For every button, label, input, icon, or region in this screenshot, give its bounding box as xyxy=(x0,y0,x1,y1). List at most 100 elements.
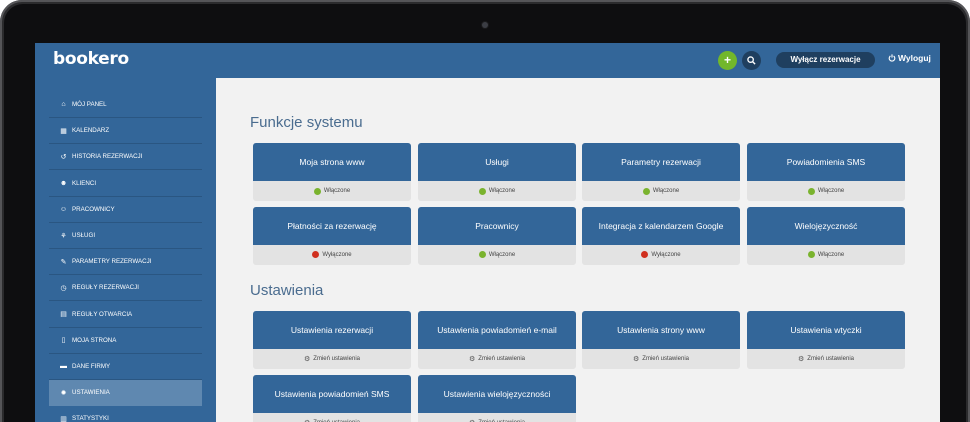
sidebar-item-kalendarz[interactable]: ▦ KALENDARZ xyxy=(49,118,202,145)
status-dot-icon xyxy=(478,251,486,258)
sidebar-item-reguły-rezerwacji[interactable]: ◷ REGUŁY REZERWACJI xyxy=(49,275,202,302)
feature-card[interactable]: Wielojęzyczność Włączone xyxy=(747,206,905,265)
add-button[interactable]: + xyxy=(718,51,737,70)
sidebar-item-ustawienia[interactable]: ✹ USTAWIENIA xyxy=(49,380,202,407)
feature-card[interactable]: Usługi Włączone xyxy=(418,143,576,201)
card-title[interactable]: Ustawienia wielojęzyczności xyxy=(418,374,576,413)
settings-card[interactable]: Ustawienia wielojęzyczności⚙Zmień ustawi… xyxy=(418,374,576,422)
sidebar-item-label: MOJA STRONA xyxy=(72,336,117,344)
status-badge: Włączone xyxy=(418,245,576,265)
feature-card[interactable]: Parametry rezerwacji Włączone xyxy=(582,143,740,201)
change-settings-label: Zmień ustawienia xyxy=(642,356,689,362)
status-dot-icon xyxy=(312,251,320,258)
clock-icon: ◷ xyxy=(60,284,67,292)
card-title[interactable]: Parametry rezerwacji xyxy=(582,143,740,181)
change-settings-label: Zmień ustawienia xyxy=(807,356,854,362)
logout-button[interactable]: Wyloguj xyxy=(888,53,931,63)
card-title[interactable]: Ustawienia powiadomień SMS xyxy=(253,374,411,413)
card-title[interactable]: Ustawienia wtyczki xyxy=(747,311,905,349)
feature-card[interactable]: Płatności za rezerwację Wyłączone xyxy=(253,206,411,265)
home-icon: ⌂ xyxy=(61,101,66,108)
wrench-icon: ✎ xyxy=(60,258,67,266)
status-badge: Włączone xyxy=(582,181,740,201)
logout-label: Wyloguj xyxy=(898,53,931,63)
status-label: Włączone xyxy=(652,188,680,194)
sidebar-item-statystyki[interactable]: ▥ STATYSTYKI xyxy=(49,406,202,422)
change-settings-link[interactable]: ⚙Zmień ustawienia xyxy=(418,349,576,369)
sidebar: ⌂ MÓJ PANEL ▦ KALENDARZ ↺ HISTORIA REZERWACJI… xyxy=(35,78,216,422)
settings-card[interactable]: Ustawienia powiadomień e-mail ⚙ Zmień usta… xyxy=(418,311,576,369)
status-badge: Włączone xyxy=(747,245,905,265)
feature-card[interactable]: Moja strona www Włączone xyxy=(253,143,411,201)
change-settings-link[interactable]: ⚙Zmień ustawienia xyxy=(253,349,411,369)
settings-title: Ustawienia xyxy=(250,282,324,299)
settings-card[interactable]: Ustawienia wtyczki ⚙ Zmień ustawienia xyxy=(747,311,905,369)
status-label: Włączone xyxy=(817,251,845,258)
change-settings-link[interactable]: ⚙Zmień ustawienia xyxy=(418,413,576,422)
card-title[interactable]: Wielojęzyczność xyxy=(747,206,905,245)
card-title[interactable]: Moja strona www xyxy=(253,143,411,181)
change-settings-link[interactable]: ⚙Zmień ustawienia xyxy=(747,349,905,369)
sidebar-item-reguły-otwarcia[interactable]: ▤ REGUŁY OTWARCIA xyxy=(49,302,202,328)
status-badge: Włączone xyxy=(418,181,576,201)
card-title[interactable]: Usługi xyxy=(418,143,576,181)
card-title[interactable]: Ustawienia rezerwacji xyxy=(253,311,411,349)
features-title: Funkcje systemu xyxy=(250,114,363,131)
power-icon xyxy=(888,54,896,62)
gear-icon: ⚙ xyxy=(798,356,805,363)
calendar-icon: ▦ xyxy=(60,127,67,135)
sidebar-item-label: REGUŁY OTWARCIA xyxy=(72,310,133,318)
sidebar-item-dane-firmy[interactable]: ▬ DANE FIRMY xyxy=(49,354,202,380)
status-dot-icon xyxy=(313,187,321,195)
change-settings-link[interactable]: ⚙Zmień ustawienia xyxy=(582,349,740,369)
sidebar-item-label: USŁUGI xyxy=(72,232,96,239)
status-dot-icon xyxy=(641,251,649,258)
laptop-frame: bookero + Wyłącz rezerwacje Wyloguj ⌂ MÓJ… xyxy=(0,0,970,422)
disable-reservations-button[interactable]: Wyłącz rezerwacje xyxy=(776,52,875,68)
sidebar-item-historia-rezerwacji[interactable]: ↺ HISTORIA REZERWACJI xyxy=(49,144,202,171)
sidebar-item-label: USTAWIENIA xyxy=(72,389,110,397)
card-title[interactable]: Integracja z kalendarzem Google xyxy=(582,206,740,245)
sidebar-item-pracownicy[interactable]: ☺ PRACOWNICY xyxy=(49,197,202,223)
change-settings-link[interactable]: ⚙Zmień ustawienia xyxy=(253,413,411,422)
schedule-icon: ▤ xyxy=(60,311,67,319)
card-title[interactable]: Płatności za rezerwację xyxy=(253,206,411,245)
search-button[interactable] xyxy=(742,51,761,70)
feature-card[interactable]: Powiadomienia SMS Włączone xyxy=(747,143,905,201)
status-badge: Wyłączone xyxy=(253,245,411,265)
gear-icon: ⚙ xyxy=(469,419,475,422)
status-badge: Włączone xyxy=(747,181,905,201)
status-dot-icon xyxy=(807,251,815,258)
sidebar-item-label: KALENDARZ xyxy=(72,127,110,135)
sidebar-item-label: MÓJ PANEL xyxy=(72,101,107,108)
feature-card[interactable]: Integracja z kalendarzem Google Wyłączone xyxy=(582,206,740,265)
sidebar-item-label: REGUŁY REZERWACJI xyxy=(72,284,139,292)
settings-card[interactable]: Ustawienia strony www ⚙ Zmień ustawienia xyxy=(582,311,740,369)
sidebar-item-parametry-rezerwacji[interactable]: ✎ PARAMETRY REZERWACJI xyxy=(49,249,202,276)
status-label: Włączone xyxy=(488,251,516,258)
services-icon: ⚘ xyxy=(60,232,67,240)
settings-card[interactable]: Ustawienia rezerwacji ⚙ Zmień ustawienia xyxy=(253,311,411,369)
sidebar-item-mój-panel[interactable]: ⌂ MÓJ PANEL xyxy=(49,92,202,118)
gear-icon: ⚙ xyxy=(469,356,476,363)
stats-icon: ▥ xyxy=(60,415,67,422)
card-title[interactable]: Pracownicy xyxy=(418,206,576,245)
status-label: Włączone xyxy=(323,188,351,194)
page-icon: ▯ xyxy=(61,337,66,345)
sidebar-item-usługi[interactable]: ⚘ USŁUGI xyxy=(49,223,202,249)
gear-icon: ✹ xyxy=(60,389,67,397)
feature-card[interactable]: Pracownicy Włączone xyxy=(418,206,576,265)
company-icon: ▬ xyxy=(60,363,67,370)
status-dot-icon xyxy=(807,187,815,195)
card-title[interactable]: Ustawienia strony www xyxy=(582,311,740,349)
staff-icon: ☺ xyxy=(59,205,68,213)
card-title[interactable]: Powiadomienia SMS xyxy=(747,143,905,181)
sidebar-item-klienci[interactable]: ☻ KLIENCI xyxy=(49,171,202,197)
logo[interactable]: bookero xyxy=(53,49,129,69)
sidebar-item-moja-strona[interactable]: ▯ MOJA STRONA xyxy=(49,328,202,354)
settings-card[interactable]: Ustawienia powiadomień SMS⚙Zmień ustawie… xyxy=(253,374,411,422)
search-icon xyxy=(747,56,756,65)
gear-icon: ⚙ xyxy=(633,356,640,363)
card-title[interactable]: Ustawienia powiadomień e-mail xyxy=(418,311,576,349)
history-icon: ↺ xyxy=(60,153,67,161)
